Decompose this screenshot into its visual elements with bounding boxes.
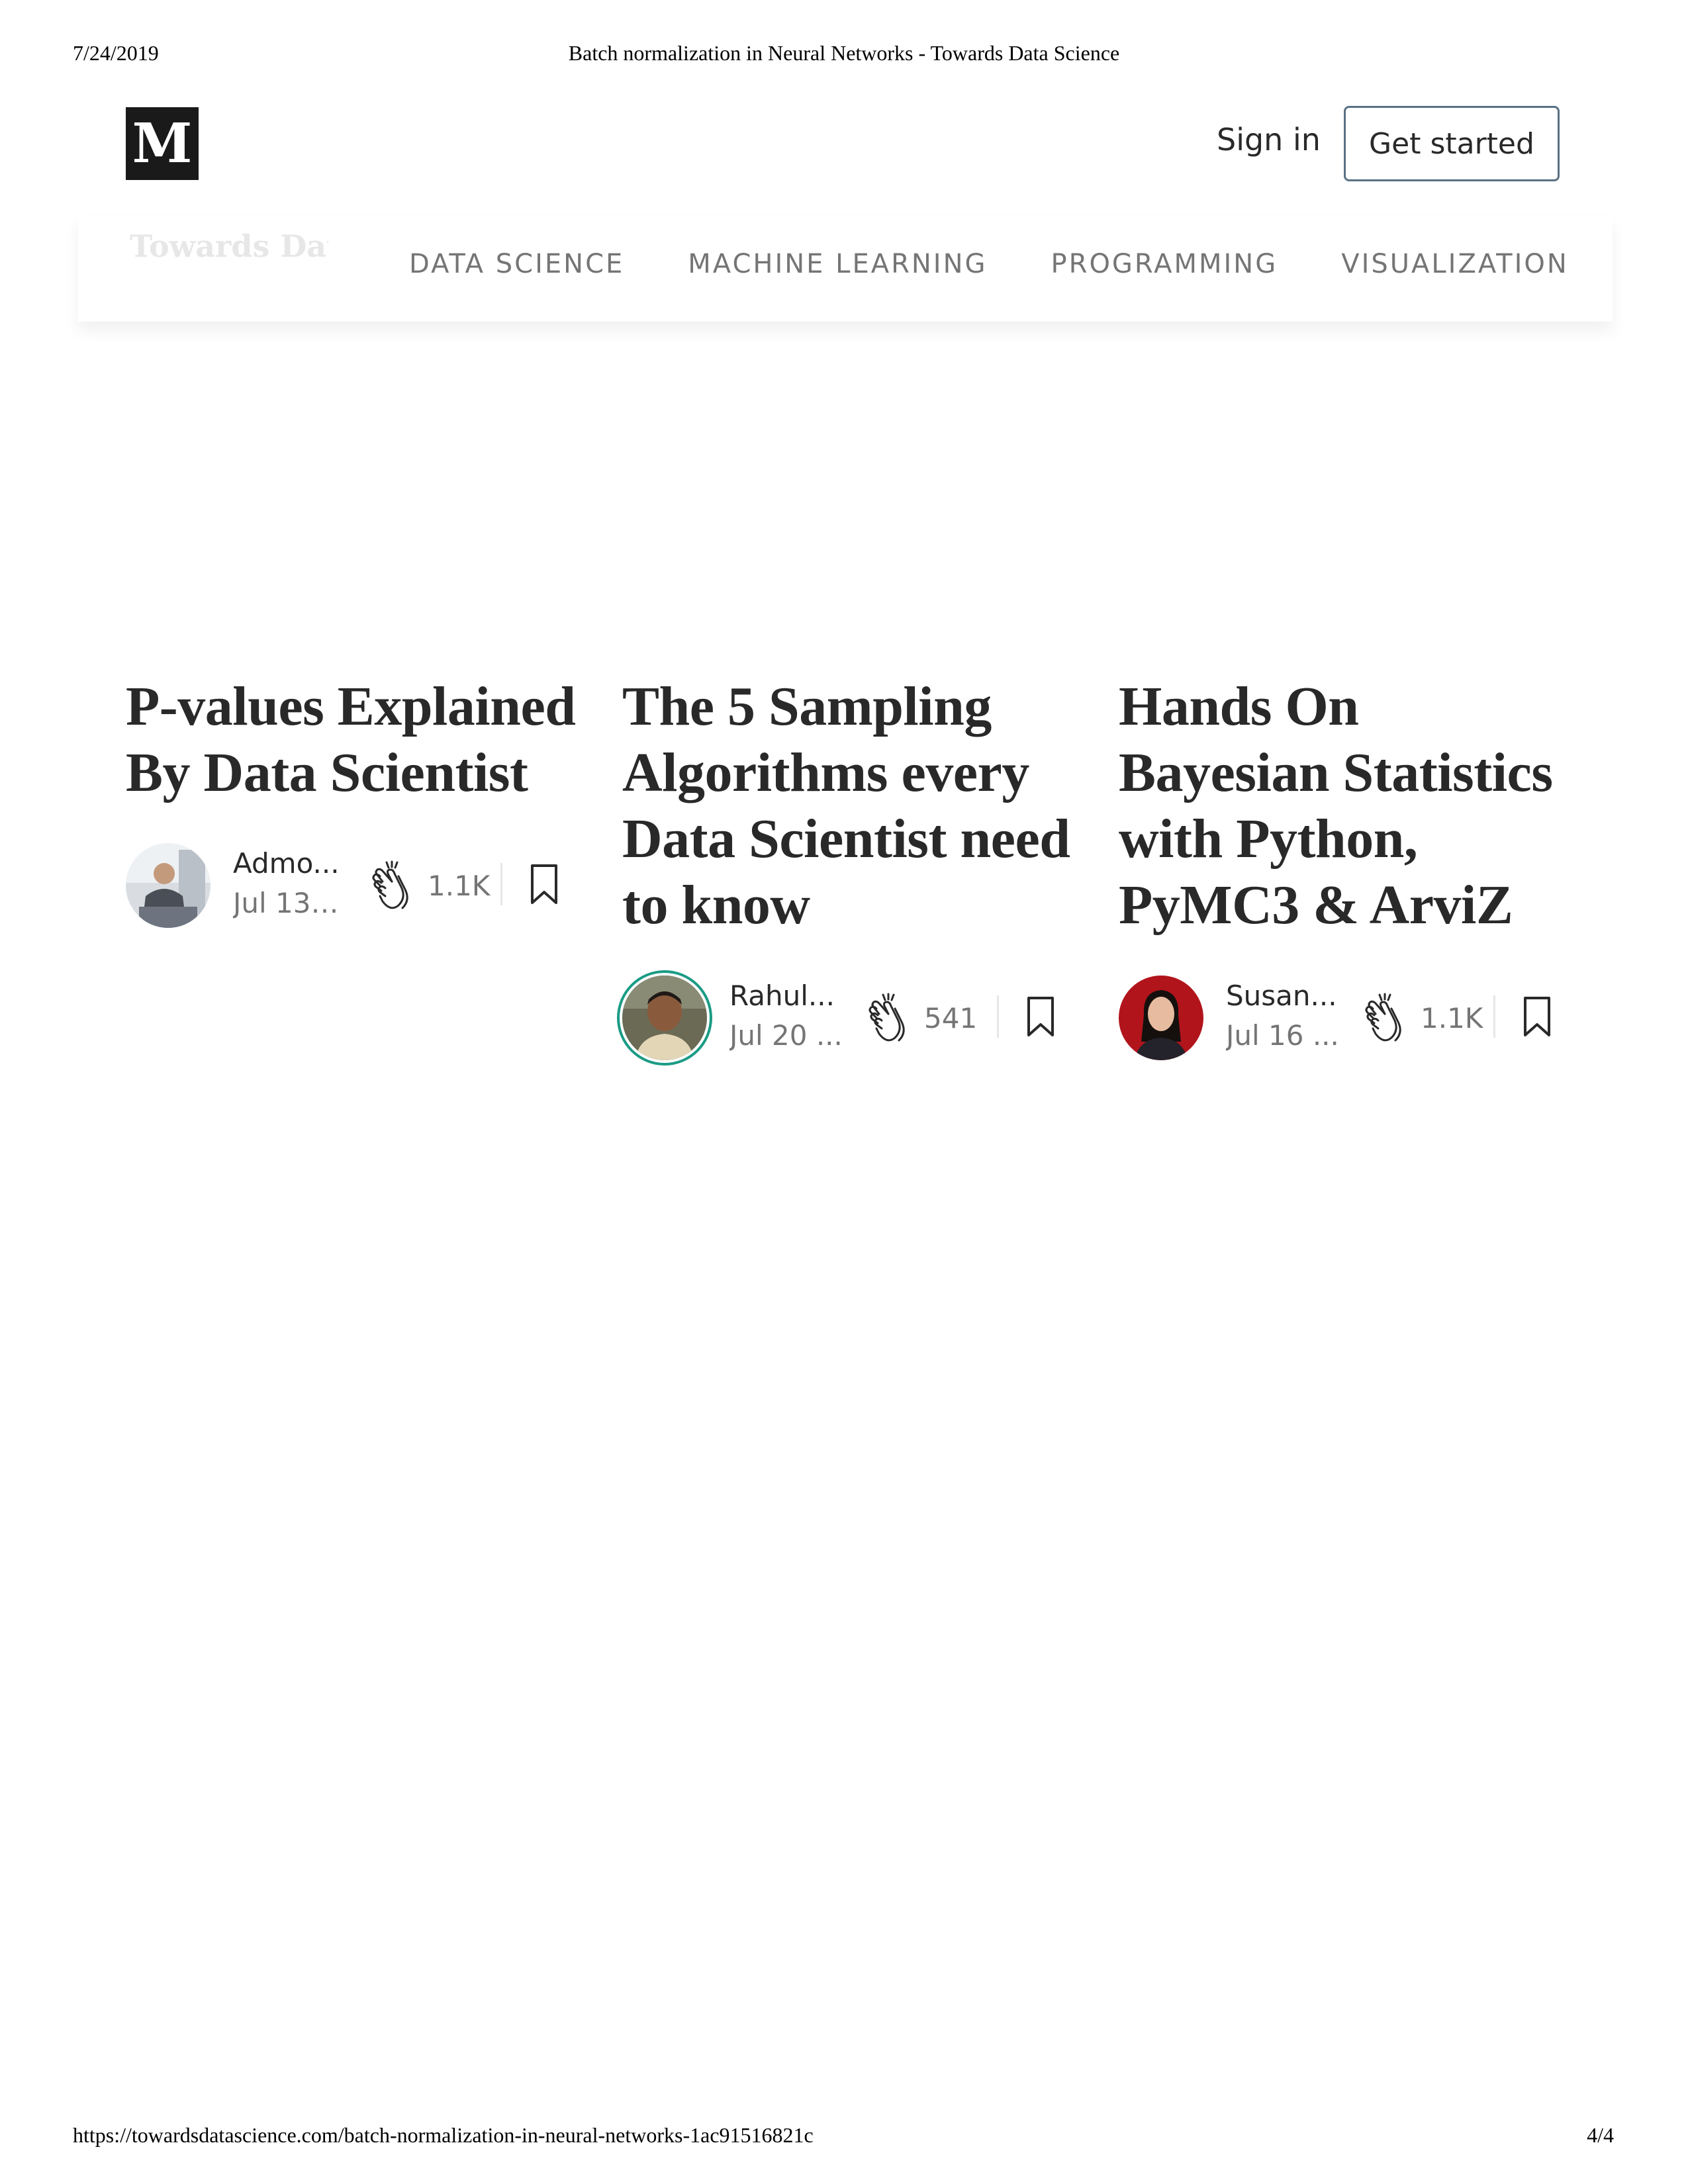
get-started-button[interactable]: Get started — [1344, 106, 1560, 181]
clap-count: 541 — [924, 1002, 978, 1034]
print-url: https://towardsdatascience.com/batch-nor… — [73, 2123, 814, 2147]
faded-publication-title: Towards Data Science — [130, 228, 328, 264]
sign-in-link[interactable]: Sign in — [1217, 122, 1321, 158]
author-name[interactable]: Admo... — [233, 847, 347, 880]
author-avatar[interactable] — [126, 843, 211, 928]
nav-item-machine-learning[interactable]: MACHINE LEARNING — [688, 249, 987, 279]
clap-icon[interactable] — [368, 859, 421, 912]
print-footer: https://towardsdatascience.com/batch-nor… — [0, 2123, 1688, 2150]
print-header: 7/24/2019 Batch normalization in Neural … — [0, 41, 1688, 68]
divider — [1493, 995, 1495, 1038]
clap-icon[interactable] — [865, 991, 917, 1044]
author-avatar[interactable] — [1119, 976, 1203, 1060]
logo-letter: M — [132, 112, 193, 175]
article-card: P-values Explained By Data Scientist Adm… — [126, 674, 576, 933]
article-title[interactable]: Hands On Bayesian Statistics with Python… — [1119, 674, 1569, 938]
clap-count: 1.1K — [428, 870, 491, 902]
post-date: Jul 13 ·... — [233, 887, 347, 919]
get-started-label: Get started — [1369, 126, 1534, 161]
article-meta: Susan... Jul 16 ... 1.1K — [1119, 976, 1569, 1066]
nav-links: DATA SCIENCE MACHINE LEARNING PROGRAMMIN… — [409, 249, 1569, 279]
publication-nav: Towards Data Science DATA SCIENCE MACHIN… — [78, 216, 1613, 322]
article-card: Hands On Bayesian Statistics with Python… — [1119, 674, 1569, 1066]
article-card: The 5 Sampling Algorithms every Data Sci… — [622, 674, 1072, 1066]
clap-count: 1.1K — [1421, 1002, 1483, 1034]
bookmark-icon[interactable] — [528, 863, 560, 905]
post-date: Jul 16 ... — [1226, 1019, 1339, 1052]
bookmark-icon[interactable] — [1025, 995, 1056, 1038]
nav-item-data-science[interactable]: DATA SCIENCE — [409, 249, 624, 279]
article-title[interactable]: P-values Explained By Data Scientist — [126, 674, 576, 806]
nav-item-programming[interactable]: PROGRAMMING — [1051, 249, 1278, 279]
article-meta: Admo... Jul 13 ·... 1.1K — [126, 843, 576, 933]
divider — [997, 995, 999, 1038]
author-name[interactable]: Susan... — [1226, 979, 1340, 1012]
author-name[interactable]: Rahul... — [729, 979, 843, 1012]
article-title[interactable]: The 5 Sampling Algorithms every Data Sci… — [622, 674, 1072, 938]
divider — [500, 863, 502, 905]
article-meta: Rahul... Jul 20 ... 541 — [622, 976, 1072, 1066]
site-header: M Sign in Get started Towards Data Scien… — [0, 93, 1688, 324]
bookmark-icon[interactable] — [1521, 995, 1553, 1038]
nav-item-visualization[interactable]: VISUALIZATION — [1341, 249, 1569, 279]
medium-logo[interactable]: M — [126, 107, 199, 180]
clap-icon[interactable] — [1361, 991, 1414, 1044]
print-page-title: Batch normalization in Neural Networks -… — [568, 41, 1120, 65]
post-date: Jul 20 ... — [729, 1019, 843, 1052]
author-avatar[interactable] — [622, 976, 707, 1060]
print-page-number: 4/4 — [1587, 2123, 1614, 2147]
